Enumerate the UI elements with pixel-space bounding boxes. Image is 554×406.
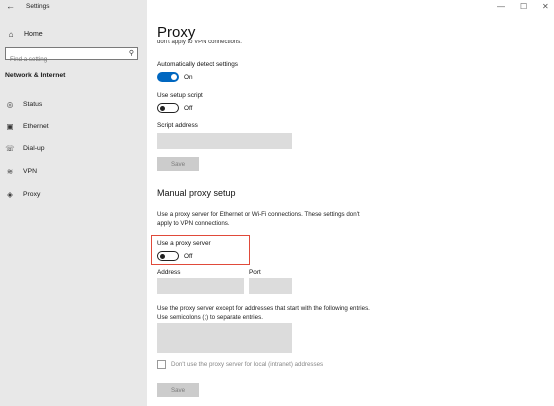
auto-detect-toggle[interactable] — [157, 72, 179, 82]
sidebar-item-label: Status — [23, 100, 43, 108]
sidebar-item-label: Dial-up — [23, 144, 45, 152]
globe-status-icon: ◎ — [6, 99, 14, 109]
setup-script-toggle[interactable] — [157, 103, 179, 113]
search-box[interactable]: ⚲ — [5, 47, 138, 65]
clipped-description: don't apply to VPN connections. — [157, 40, 242, 45]
setup-script-state: Off — [184, 105, 193, 112]
exceptions-description: Use the proxy server except for addresse… — [157, 305, 370, 321]
sidebar-item-ethernet[interactable]: ▣ Ethernet — [5, 120, 49, 132]
save-button[interactable]: Save — [157, 157, 199, 171]
address-label: Address — [157, 269, 181, 276]
maximize-button[interactable]: ☐ — [520, 2, 527, 11]
use-proxy-label: Use a proxy server — [157, 240, 211, 247]
local-address-checkbox[interactable] — [157, 360, 166, 369]
sidebar-item-label: Ethernet — [23, 122, 49, 130]
section-title: Network & Internet — [5, 72, 66, 79]
port-input[interactable] — [249, 278, 292, 294]
close-button[interactable]: ✕ — [542, 2, 549, 11]
sidebar-home[interactable]: ⌂ Home — [6, 28, 43, 40]
sidebar: ← Settings ⌂ Home ⚲ Network & Internet ◎… — [0, 0, 147, 406]
window-title: Settings — [26, 3, 50, 10]
vpn-icon: ≋ — [6, 166, 14, 176]
toggle-knob — [160, 253, 165, 259]
sidebar-item-label: VPN — [23, 167, 37, 175]
page-title: Proxy — [157, 24, 196, 41]
save-button-manual[interactable]: Save — [157, 383, 199, 397]
manual-proxy-description: Use a proxy server for Ethernet or Wi-Fi… — [157, 211, 360, 227]
dialup-icon: ☏ — [5, 143, 15, 153]
toggle-knob — [171, 74, 177, 80]
auto-detect-state: On — [184, 74, 193, 81]
exceptions-input[interactable] — [157, 323, 292, 353]
search-icon[interactable]: ⚲ — [129, 49, 134, 57]
script-address-input[interactable] — [157, 133, 292, 149]
local-address-checkbox-label: Don't use the proxy server for local (in… — [171, 361, 324, 368]
manual-proxy-heading: Manual proxy setup — [157, 188, 236, 198]
home-label: Home — [24, 30, 43, 38]
sidebar-item-label: Proxy — [23, 190, 41, 198]
ethernet-icon: ▣ — [6, 121, 14, 131]
sidebar-item-dialup[interactable]: ☏ Dial-up — [5, 142, 45, 154]
port-label: Port — [249, 269, 261, 276]
minimize-button[interactable]: — — [497, 2, 505, 11]
use-proxy-toggle[interactable] — [157, 251, 179, 261]
script-address-label: Script address — [157, 122, 198, 129]
use-proxy-state: Off — [184, 253, 193, 260]
search-input[interactable] — [6, 54, 120, 65]
sidebar-item-proxy[interactable]: ◈ Proxy — [5, 188, 40, 200]
toggle-knob — [160, 105, 165, 111]
sidebar-item-vpn[interactable]: ≋ VPN — [5, 165, 37, 177]
back-arrow-icon[interactable]: ← — [6, 1, 15, 11]
auto-detect-label: Automatically detect settings — [157, 61, 238, 68]
globe-icon: ◈ — [7, 189, 13, 199]
sidebar-item-status[interactable]: ◎ Status — [5, 98, 43, 110]
setup-script-label: Use setup script — [157, 92, 203, 99]
title-bar: ← Settings — [0, 0, 147, 14]
home-icon: ⌂ — [8, 29, 14, 39]
address-input[interactable] — [157, 278, 244, 294]
